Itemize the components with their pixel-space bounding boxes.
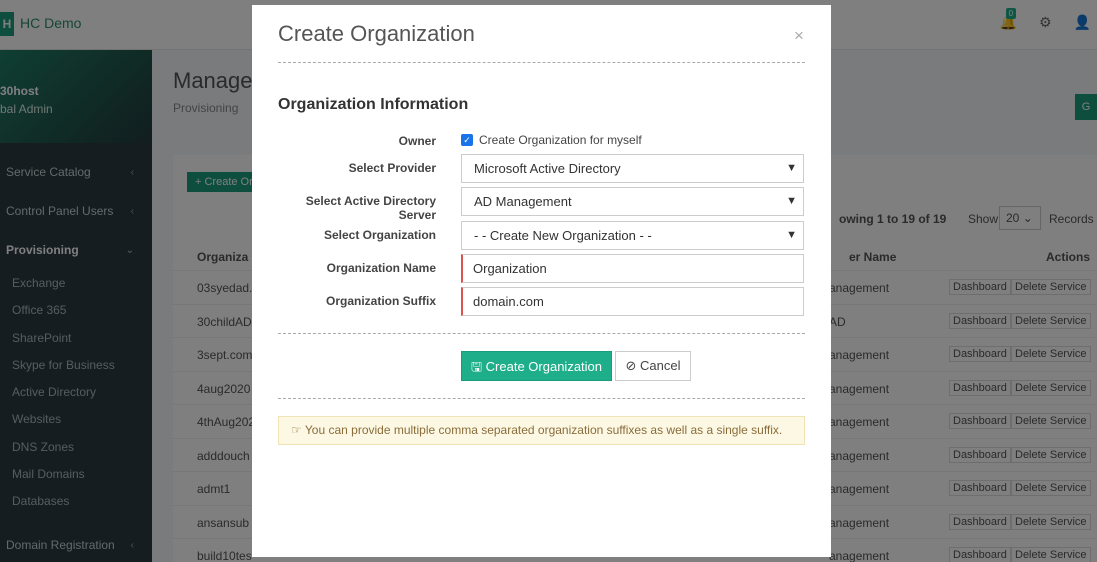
ad-server-value: AD Management <box>474 194 572 209</box>
check-icon[interactable]: ✓ <box>461 134 473 146</box>
provider-label: Select Provider <box>348 161 436 175</box>
hand-point-icon: ☞ <box>291 423 302 437</box>
owner-checkbox-group[interactable]: ✓ Create Organization for myself <box>461 133 642 147</box>
create-organization-modal: Create Organization × Organization Infor… <box>252 5 831 557</box>
create-organization-label: Create Organization <box>485 359 603 374</box>
organization-name-label: Organization Name <box>326 261 436 275</box>
divider <box>278 398 805 399</box>
hint-text: You can provide multiple comma separated… <box>304 423 783 437</box>
organization-suffix-input[interactable]: domain.com <box>461 287 804 316</box>
ad-server-select[interactable]: AD Management ▼ <box>461 187 804 216</box>
chevron-down-icon: ▼ <box>786 195 797 207</box>
save-icon: 🖫 <box>470 359 483 374</box>
modal-title: Create Organization <box>278 21 475 46</box>
organization-suffix-placeholder: domain.com <box>473 294 544 309</box>
divider <box>278 62 805 63</box>
organization-name-input[interactable]: Organization <box>461 254 804 283</box>
organization-name-placeholder: Organization <box>473 261 547 276</box>
organization-select-value: - - Create New Organization - - <box>474 228 652 243</box>
provider-value: Microsoft Active Directory <box>474 161 621 176</box>
owner-label: Owner <box>398 134 436 148</box>
ad-server-label: Select Active Directory Server <box>305 194 436 222</box>
create-organization-button[interactable]: 🖫 Create Organization <box>461 351 612 381</box>
close-icon[interactable]: × <box>794 26 804 46</box>
chevron-down-icon: ▼ <box>786 229 797 241</box>
chevron-down-icon: ▼ <box>786 162 797 174</box>
organization-select-label: Select Organization <box>323 228 436 242</box>
cancel-label: Cancel <box>640 358 681 373</box>
divider <box>278 333 805 334</box>
owner-checkbox-label[interactable]: Create Organization for myself <box>479 133 642 147</box>
organization-suffix-label: Organization Suffix <box>325 294 436 308</box>
ban-icon: ⊘ <box>625 358 637 373</box>
organization-select[interactable]: - - Create New Organization - - ▼ <box>461 221 804 250</box>
suffix-hint: ☞ You can provide multiple comma separat… <box>278 416 805 445</box>
provider-select[interactable]: Microsoft Active Directory ▼ <box>461 154 804 183</box>
section-title: Organization Information <box>278 96 469 113</box>
cancel-button[interactable]: ⊘ Cancel <box>615 351 691 381</box>
